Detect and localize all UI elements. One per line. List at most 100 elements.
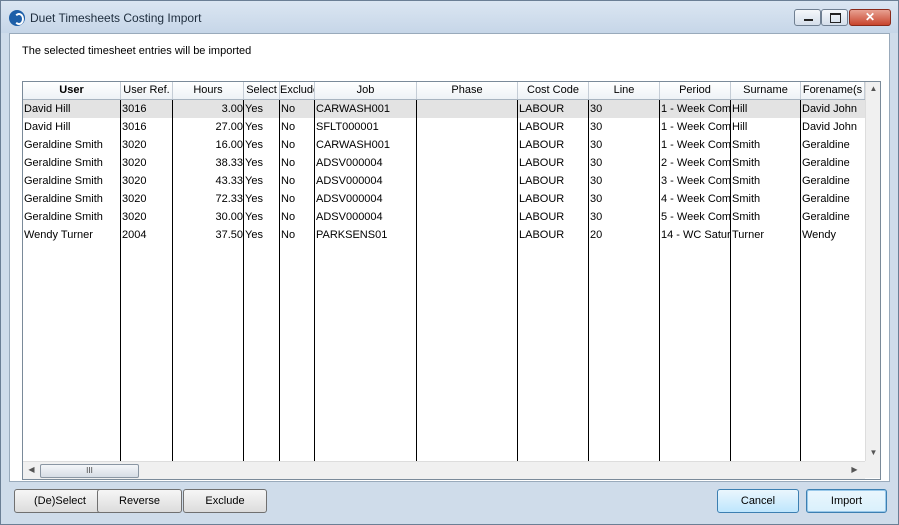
column-divider [588, 100, 589, 461]
import-button[interactable]: Import [806, 489, 887, 513]
close-icon: ✕ [864, 10, 876, 24]
cell-user-ref: 3020 [122, 139, 147, 151]
column-header-select[interactable]: Select [244, 82, 280, 99]
cell-cost-code: LABOUR [519, 193, 565, 205]
close-button[interactable]: ✕ [849, 9, 891, 26]
column-header-surname[interactable]: Surname [731, 82, 801, 99]
cell-surname: Hill [732, 103, 748, 115]
title-bar[interactable]: Duet Timesheets Costing Import ✕ [1, 1, 898, 33]
cell-user-ref: 3020 [122, 157, 147, 169]
scrollbar-grip-icon: III [86, 466, 93, 475]
cell-exclude: No [281, 175, 296, 187]
minimize-button[interactable] [794, 9, 821, 26]
horizontal-scrollbar[interactable]: ◀ III ▶ [23, 461, 865, 479]
window-title: Duet Timesheets Costing Import [30, 11, 202, 25]
table-row[interactable]: David Hill 3016 27.00 Yes No SFLT000001 LABOUR… [23, 118, 865, 136]
cell-line: 20 [590, 229, 603, 241]
cell-exclude: No [281, 211, 296, 223]
cell-forename: Geraldine [802, 139, 850, 151]
cell-surname: Smith [732, 175, 761, 187]
cell-user-ref: 2004 [122, 229, 147, 241]
column-divider [314, 100, 315, 461]
cell-select: Yes [245, 193, 263, 205]
column-divider [120, 100, 121, 461]
column-header-phase[interactable]: Phase [417, 82, 518, 99]
table-row[interactable]: Geraldine Smith 3020 38.33 Yes No ADSV000004 L… [23, 154, 865, 172]
cell-user: Geraldine Smith [24, 211, 103, 223]
cell-period: 3 - Week Comm [661, 175, 731, 187]
cell-select: Yes [245, 103, 263, 115]
horizontal-scroll-thumb[interactable]: III [40, 464, 139, 478]
cell-hours: 38.33 [215, 157, 243, 169]
column-divider [659, 100, 660, 461]
column-divider [517, 100, 518, 461]
column-header-cost-code[interactable]: Cost Code [518, 82, 589, 99]
table-row[interactable]: Geraldine Smith 3020 43.33 Yes No ADSV000004 L… [23, 172, 865, 190]
cell-surname: Smith [732, 139, 761, 151]
cell-forename: Geraldine [802, 193, 850, 205]
column-header-hours[interactable]: Hours [173, 82, 244, 99]
column-divider [243, 100, 244, 461]
maximize-button[interactable] [821, 9, 848, 26]
cell-line: 30 [590, 211, 603, 223]
column-header-exclude[interactable]: Exclude [280, 82, 315, 99]
scroll-left-arrow-icon[interactable]: ◀ [24, 465, 39, 474]
cell-forename: Wendy [802, 229, 837, 241]
cell-phase [417, 190, 518, 208]
table-row[interactable]: Geraldine Smith 3020 16.00 Yes No CARWASH001 L… [23, 136, 865, 154]
scroll-down-arrow-icon[interactable]: ▼ [866, 448, 880, 457]
cell-select: Yes [245, 211, 263, 223]
cell-surname: Smith [732, 211, 761, 223]
cell-job: CARWASH001 [316, 103, 390, 115]
duet-app-icon [9, 10, 25, 26]
column-header-line[interactable]: Line [589, 82, 660, 99]
cell-cost-code: LABOUR [519, 121, 565, 133]
column-header-user-ref[interactable]: User Ref. [121, 82, 173, 99]
table-row[interactable]: David Hill 3016 3.00 Yes No CARWASH001 LABOUR 3… [23, 100, 865, 118]
column-header-period[interactable]: Period [660, 82, 731, 99]
cell-surname: Smith [732, 157, 761, 169]
scrollbar-corner [865, 461, 880, 478]
cell-job: PARKSENS01 [316, 229, 388, 241]
cell-phase [417, 118, 518, 136]
column-header-forename[interactable]: Forename(s [801, 82, 865, 99]
cell-line: 30 [590, 103, 603, 115]
grid-header: UserUser Ref.HoursSelectExcludeJobPhaseC… [23, 82, 865, 100]
cell-forename: Geraldine [802, 211, 850, 223]
table-row[interactable]: Geraldine Smith 3020 72.33 Yes No ADSV000004 L… [23, 190, 865, 208]
cell-user: Geraldine Smith [24, 157, 103, 169]
cell-select: Yes [245, 139, 263, 151]
cell-forename: Geraldine [802, 157, 850, 169]
deselect-button[interactable]: (De)Select [14, 489, 106, 513]
column-divider [800, 100, 801, 461]
reverse-button[interactable]: Reverse [97, 489, 182, 513]
cell-line: 30 [590, 139, 603, 151]
cell-cost-code: LABOUR [519, 175, 565, 187]
cell-exclude: No [281, 139, 296, 151]
cell-forename: David John [802, 103, 858, 115]
cell-surname: Turner [732, 229, 764, 241]
cell-line: 30 [590, 175, 603, 187]
column-header-user[interactable]: User [23, 82, 121, 99]
cell-user: Geraldine Smith [24, 175, 103, 187]
cell-user: Wendy Turner [24, 229, 93, 241]
exclude-button[interactable]: Exclude [183, 489, 267, 513]
table-row[interactable]: Geraldine Smith 3020 30.00 Yes No ADSV000004 L… [23, 208, 865, 226]
cell-forename: David John [802, 121, 858, 133]
scroll-right-arrow-icon[interactable]: ▶ [847, 465, 862, 474]
cancel-button[interactable]: Cancel [717, 489, 799, 513]
table-row[interactable]: Wendy Turner 2004 37.50 Yes No PARKSENS01 LABO… [23, 226, 865, 244]
import-dialog-window: Duet Timesheets Costing Import ✕ The sel… [0, 0, 899, 525]
cell-period: 2 - Week Comm [661, 157, 731, 169]
cell-hours: 30.00 [215, 211, 243, 223]
cell-user: David Hill [24, 121, 71, 133]
maximize-icon [830, 13, 841, 23]
vertical-scrollbar[interactable]: ▲ ▼ [865, 82, 880, 461]
cell-user: David Hill [24, 103, 71, 115]
scroll-up-arrow-icon[interactable]: ▲ [866, 84, 880, 93]
cell-phase [417, 136, 518, 154]
cell-hours: 3.00 [221, 103, 243, 115]
cell-select: Yes [245, 175, 263, 187]
column-header-job[interactable]: Job [315, 82, 417, 99]
cell-hours: 43.33 [215, 175, 243, 187]
